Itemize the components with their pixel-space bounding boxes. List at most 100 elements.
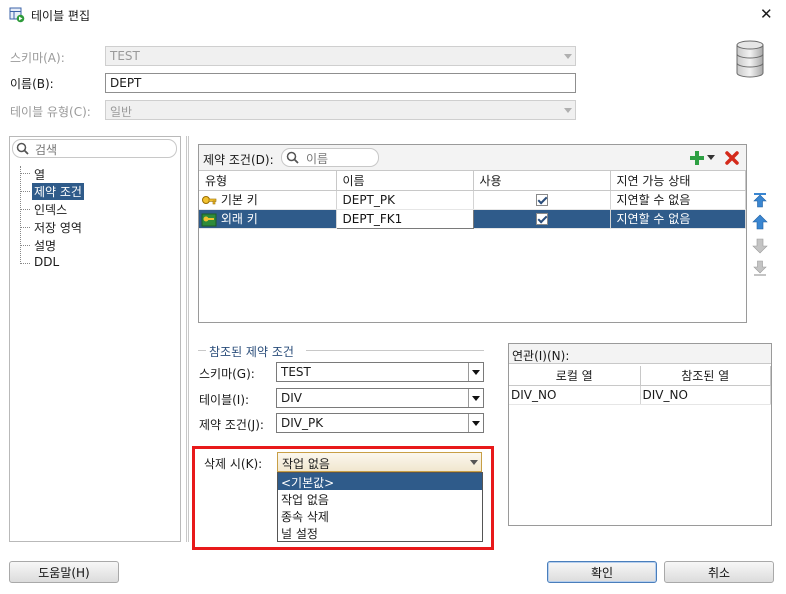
move-down-icon: [752, 238, 768, 254]
primary-key-icon: [202, 195, 217, 204]
remove-icon[interactable]: [724, 150, 740, 166]
cancel-button[interactable]: 취소: [664, 561, 774, 583]
constraints-label: 제약 조건(D):: [203, 153, 274, 167]
column-header-local[interactable]: 로컬 열: [509, 366, 641, 386]
chevron-down-icon: [561, 101, 575, 119]
enabled-checkbox[interactable]: [535, 213, 548, 225]
column-header-enabled[interactable]: 사용: [473, 171, 611, 191]
table-row[interactable]: 기본 키 DEPT_PK 지연할 수 없음: [199, 190, 746, 210]
schema-dropdown: TEST: [105, 46, 576, 66]
legend-line-right: [306, 350, 484, 351]
tree-connector: [20, 263, 30, 264]
constraints-search-placeholder: 이름: [306, 152, 329, 166]
referenced-column: DIV_NO: [640, 385, 771, 405]
constraint-name: DEPT_PK: [336, 190, 474, 210]
column-header-referenced[interactable]: 참조된 열: [640, 366, 771, 386]
sidebar-search[interactable]: 검색: [12, 139, 177, 158]
association-label: 연관(I)(N):: [512, 349, 570, 363]
association-header: 연관(I)(N):: [509, 344, 771, 364]
column-header-deferrable[interactable]: 지연 가능 상태: [610, 171, 746, 191]
add-icon[interactable]: [689, 150, 705, 166]
window-title: 테이블 편집: [31, 9, 91, 23]
option-default[interactable]: <기본값>: [278, 473, 482, 490]
enabled-checkbox[interactable]: [535, 194, 548, 206]
local-column: DIV_NO: [509, 385, 641, 405]
on-delete-options-list: <기본값> 작업 없음 종속 삭제 널 설정: [277, 472, 483, 542]
table-edit-icon: [9, 7, 25, 23]
chevron-down-icon[interactable]: [468, 414, 483, 432]
schema-value: TEST: [110, 49, 140, 63]
ref-schema-value: TEST: [281, 365, 311, 379]
chevron-down-icon: [561, 47, 575, 65]
constraint-deferrable: 지연할 수 없음: [610, 190, 746, 210]
ref-table-label: 테이블(I):: [199, 393, 250, 407]
on-delete-label: 삭제 시(K):: [204, 457, 263, 471]
column-header-name[interactable]: 이름: [336, 171, 474, 191]
chevron-down-icon[interactable]: [467, 453, 481, 471]
close-icon[interactable]: ✕: [760, 5, 773, 23]
tree-connector: [20, 173, 30, 174]
legend-line-left: [198, 350, 206, 351]
table-row[interactable]: DIV_NO DIV_NO: [509, 385, 771, 405]
constraints-table: 유형 이름 사용 지연 가능 상태 기본 키 DEPT_PK 지연할 수 없음 …: [199, 171, 746, 229]
ref-table-value: DIV: [281, 391, 302, 405]
table-type-label: 테이블 유형(C):: [10, 105, 91, 119]
option-set-null[interactable]: 널 설정: [278, 524, 482, 541]
ref-schema-label: 스키마(G):: [199, 367, 255, 381]
constraint-type-cell: 외래 키: [199, 209, 337, 229]
panel-splitter[interactable]: [186, 136, 189, 542]
association-table: 로컬 열 참조된 열 DIV_NO DIV_NO: [509, 366, 771, 405]
ref-schema-combo[interactable]: TEST: [276, 362, 484, 382]
ref-constraint-combo[interactable]: DIV_PK: [276, 413, 484, 433]
constraint-enabled-cell: [473, 190, 611, 210]
move-up-icon[interactable]: [752, 214, 768, 230]
sidebar-search-placeholder: 검색: [35, 143, 58, 157]
schema-label: 스키마(A):: [10, 51, 65, 65]
constraint-type: 기본 키: [220, 193, 258, 207]
constraint-name-editor[interactable]: DEPT_FK1: [335, 208, 474, 229]
constraint-name: DEPT_FK1: [342, 211, 403, 226]
table-row[interactable]: 외래 키 DEPT_FK1 지연할 수 없음: [199, 208, 746, 229]
name-value: DEPT: [110, 76, 142, 90]
help-button[interactable]: 도움말(H): [9, 561, 119, 583]
tree-connector: [20, 191, 30, 192]
foreign-key-icon: [201, 213, 217, 226]
constraints-panel: 제약 조건(D): 이름 유형 이름 사용 지연 가능 상태 기본 키 DEPT…: [198, 144, 747, 323]
chevron-down-icon[interactable]: [468, 363, 483, 381]
ref-constraint-value: DIV_PK: [281, 416, 324, 430]
constraint-type: 외래 키: [220, 212, 258, 226]
table-type-value: 일반: [110, 105, 133, 119]
constraint-type-cell: 기본 키: [199, 190, 337, 210]
tree-connector: [20, 227, 30, 228]
association-panel: 연관(I)(N): 로컬 열 참조된 열 DIV_NO DIV_NO: [508, 343, 772, 526]
option-cascade[interactable]: 종속 삭제: [278, 507, 482, 524]
sidebar-panel: 검색 열 제약 조건 인덱스 저장 영역 설명 DDL: [9, 136, 181, 542]
sidebar-item-indexes[interactable]: 인덱스: [32, 201, 69, 218]
name-label: 이름(B):: [10, 77, 54, 91]
column-header-type[interactable]: 유형: [199, 171, 337, 191]
ok-button[interactable]: 확인: [547, 561, 657, 583]
tree-line: [20, 166, 21, 264]
sidebar-item-storage[interactable]: 저장 영역: [32, 219, 84, 236]
table-type-dropdown: 일반: [105, 100, 576, 120]
on-delete-value: 작업 없음: [282, 457, 330, 471]
search-icon: [286, 151, 299, 164]
ref-table-combo[interactable]: DIV: [276, 388, 484, 408]
option-no-action[interactable]: 작업 없음: [278, 490, 482, 507]
sidebar-item-columns[interactable]: 열: [32, 166, 47, 183]
search-icon: [16, 142, 29, 155]
tree-connector: [20, 245, 30, 246]
title-bar: 테이블 편집 ✕: [0, 0, 786, 30]
sidebar-item-comment[interactable]: 설명: [32, 237, 58, 254]
constraint-enabled-cell: [473, 209, 611, 229]
on-delete-dropdown[interactable]: 작업 없음: [277, 452, 482, 472]
constraint-deferrable: 지연할 수 없음: [610, 209, 746, 229]
constraints-search[interactable]: 이름: [281, 148, 379, 167]
move-top-icon[interactable]: [752, 192, 768, 208]
chevron-down-icon[interactable]: [468, 389, 483, 407]
name-input[interactable]: DEPT: [105, 73, 576, 93]
sidebar-item-constraints[interactable]: 제약 조건: [32, 183, 84, 200]
tree-connector: [20, 209, 30, 210]
sidebar-item-ddl[interactable]: DDL: [32, 255, 61, 269]
add-dropdown-icon[interactable]: [707, 155, 715, 161]
